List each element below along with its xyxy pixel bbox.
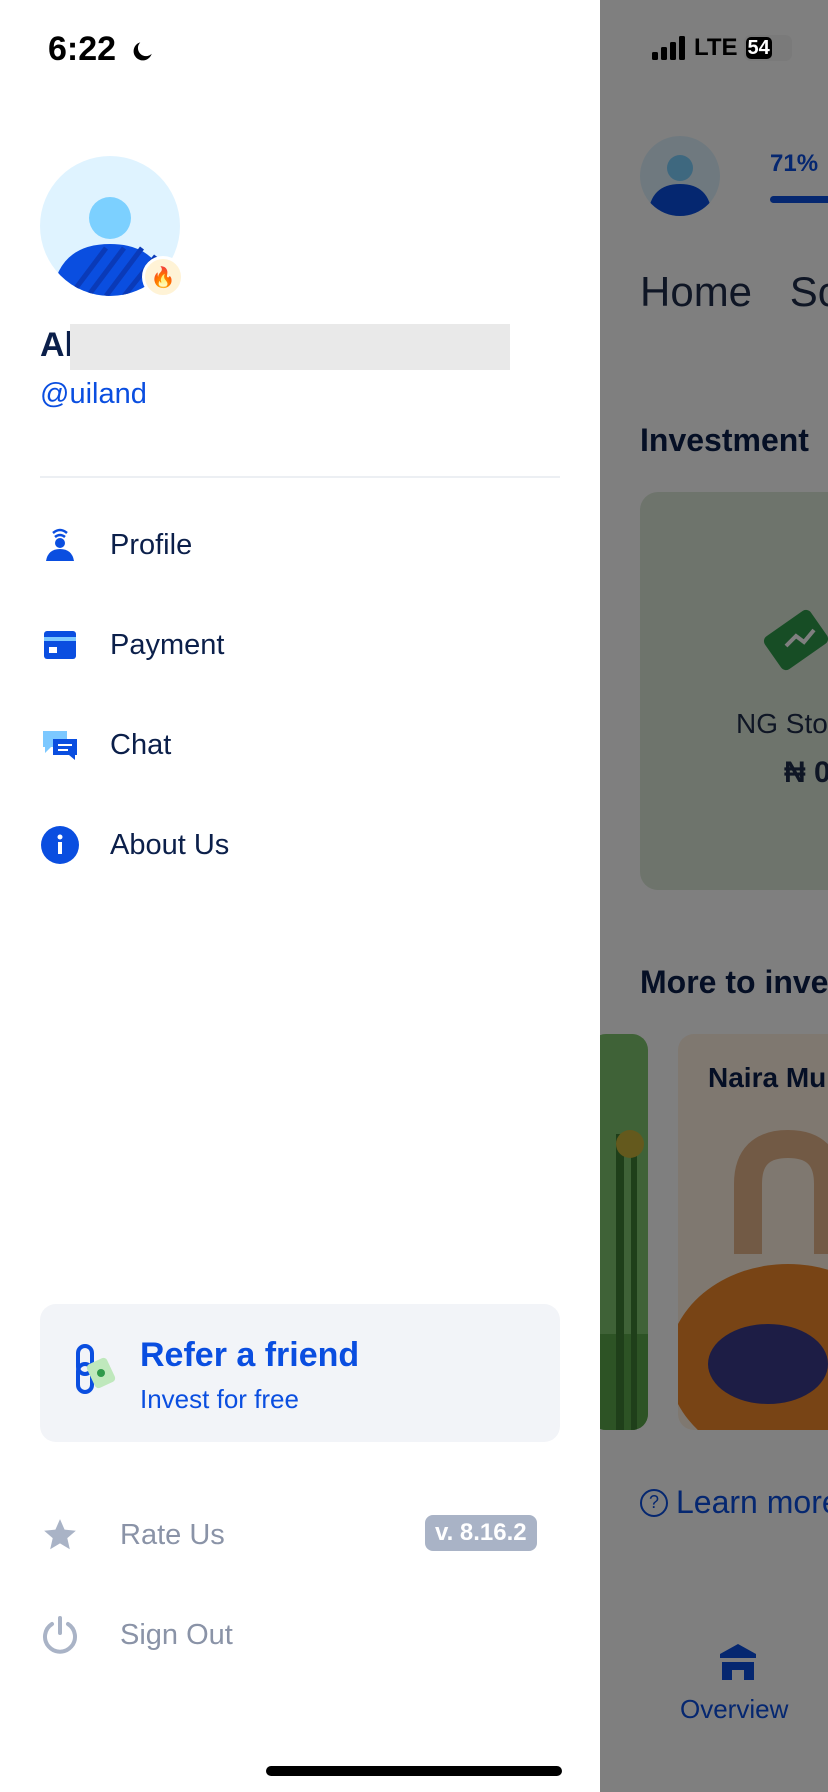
refer-link-icon <box>76 1344 116 1394</box>
divider <box>40 476 560 478</box>
moon-icon <box>133 42 152 61</box>
star-icon <box>40 1515 80 1555</box>
refer-subtitle: Invest for free <box>140 1384 299 1414</box>
version-badge: v. 8.16.2 <box>425 1515 537 1551</box>
chat-icon <box>40 725 80 765</box>
menu-label-chat: Chat <box>110 728 172 761</box>
user-handle: @uiland <box>40 378 147 410</box>
sign-out-item[interactable]: Sign Out <box>40 1605 560 1665</box>
card-icon <box>40 625 80 665</box>
menu-item-chat[interactable]: Chat <box>40 715 560 775</box>
battery-icon: 54 <box>743 35 792 61</box>
info-icon <box>40 825 80 865</box>
menu-item-about[interactable]: About Us <box>40 815 560 875</box>
menu-label-about: About Us <box>110 828 230 861</box>
status-time-text: 6:22 <box>48 30 117 68</box>
menu-label-profile: Profile <box>110 528 193 561</box>
user-name: Al <box>40 326 74 364</box>
status-indicators: LTE 54 <box>652 34 792 62</box>
name-redaction <box>70 324 510 370</box>
menu-label-payment: Payment <box>110 628 225 661</box>
menu-item-payment[interactable]: Payment <box>40 615 560 675</box>
status-time: 6:22 <box>48 30 156 69</box>
dim-overlay[interactable] <box>600 0 828 1792</box>
signal-icon <box>652 36 685 60</box>
profile-icon <box>40 525 80 565</box>
side-drawer: 🔥 Al @uiland Profile Payment Chat About … <box>0 0 600 1792</box>
menu-item-profile[interactable]: Profile <box>40 515 560 575</box>
rate-us-label: Rate Us <box>120 1518 225 1551</box>
home-indicator <box>266 1766 562 1776</box>
battery-level: 54 <box>747 36 770 59</box>
network-type: LTE <box>694 34 738 61</box>
fire-icon: 🔥 <box>142 256 184 298</box>
refer-card[interactable]: Refer a friend Invest for free <box>40 1304 560 1442</box>
power-icon <box>40 1615 80 1655</box>
refer-title: Refer a friend <box>140 1336 360 1374</box>
sign-out-label: Sign Out <box>120 1618 233 1651</box>
